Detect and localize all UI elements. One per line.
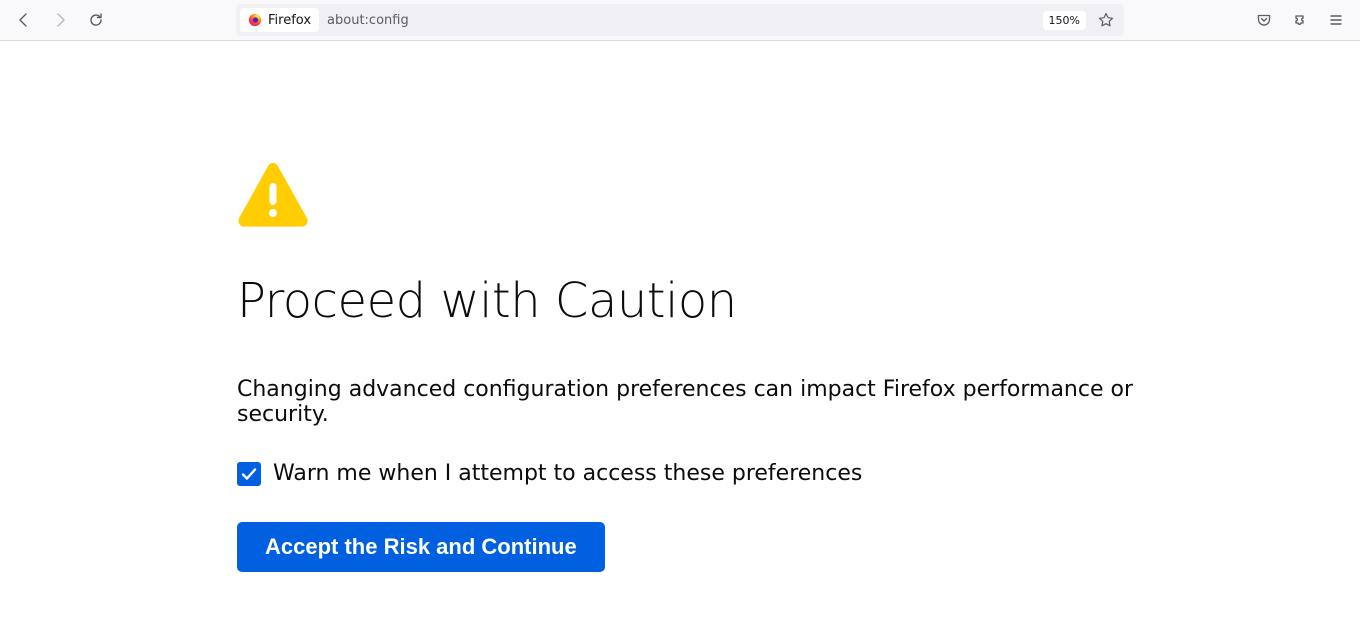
accept-risk-button[interactable]: Accept the Risk and Continue bbox=[237, 522, 605, 572]
forward-button[interactable] bbox=[44, 4, 76, 36]
firefox-logo-icon bbox=[248, 13, 262, 27]
identity-label: Firefox bbox=[268, 13, 311, 28]
zoom-indicator[interactable]: 150% bbox=[1043, 11, 1086, 30]
identity-box[interactable]: Firefox bbox=[240, 8, 319, 32]
url-text: about:config bbox=[327, 13, 1043, 28]
page-content: Proceed with Caution Changing advanced c… bbox=[0, 41, 1360, 572]
page-title: Proceed with Caution bbox=[237, 273, 1147, 329]
browser-toolbar: Firefox about:config 150% bbox=[0, 0, 1360, 41]
warning-icon bbox=[237, 161, 1147, 273]
warning-description: Changing advanced configuration preferen… bbox=[237, 377, 1147, 427]
bookmark-star-button[interactable] bbox=[1092, 6, 1120, 34]
pocket-button[interactable] bbox=[1248, 4, 1280, 36]
warn-checkbox-label: Warn me when I attempt to access these p… bbox=[273, 461, 862, 486]
url-bar[interactable]: Firefox about:config 150% bbox=[236, 4, 1124, 36]
app-menu-button[interactable] bbox=[1320, 4, 1352, 36]
extensions-button[interactable] bbox=[1284, 4, 1316, 36]
back-button[interactable] bbox=[8, 4, 40, 36]
warn-checkbox[interactable] bbox=[237, 462, 261, 486]
warn-checkbox-row[interactable]: Warn me when I attempt to access these p… bbox=[237, 461, 1147, 486]
toolbar-right bbox=[1248, 4, 1352, 36]
reload-button[interactable] bbox=[80, 4, 112, 36]
warning-container: Proceed with Caution Changing advanced c… bbox=[237, 161, 1147, 572]
